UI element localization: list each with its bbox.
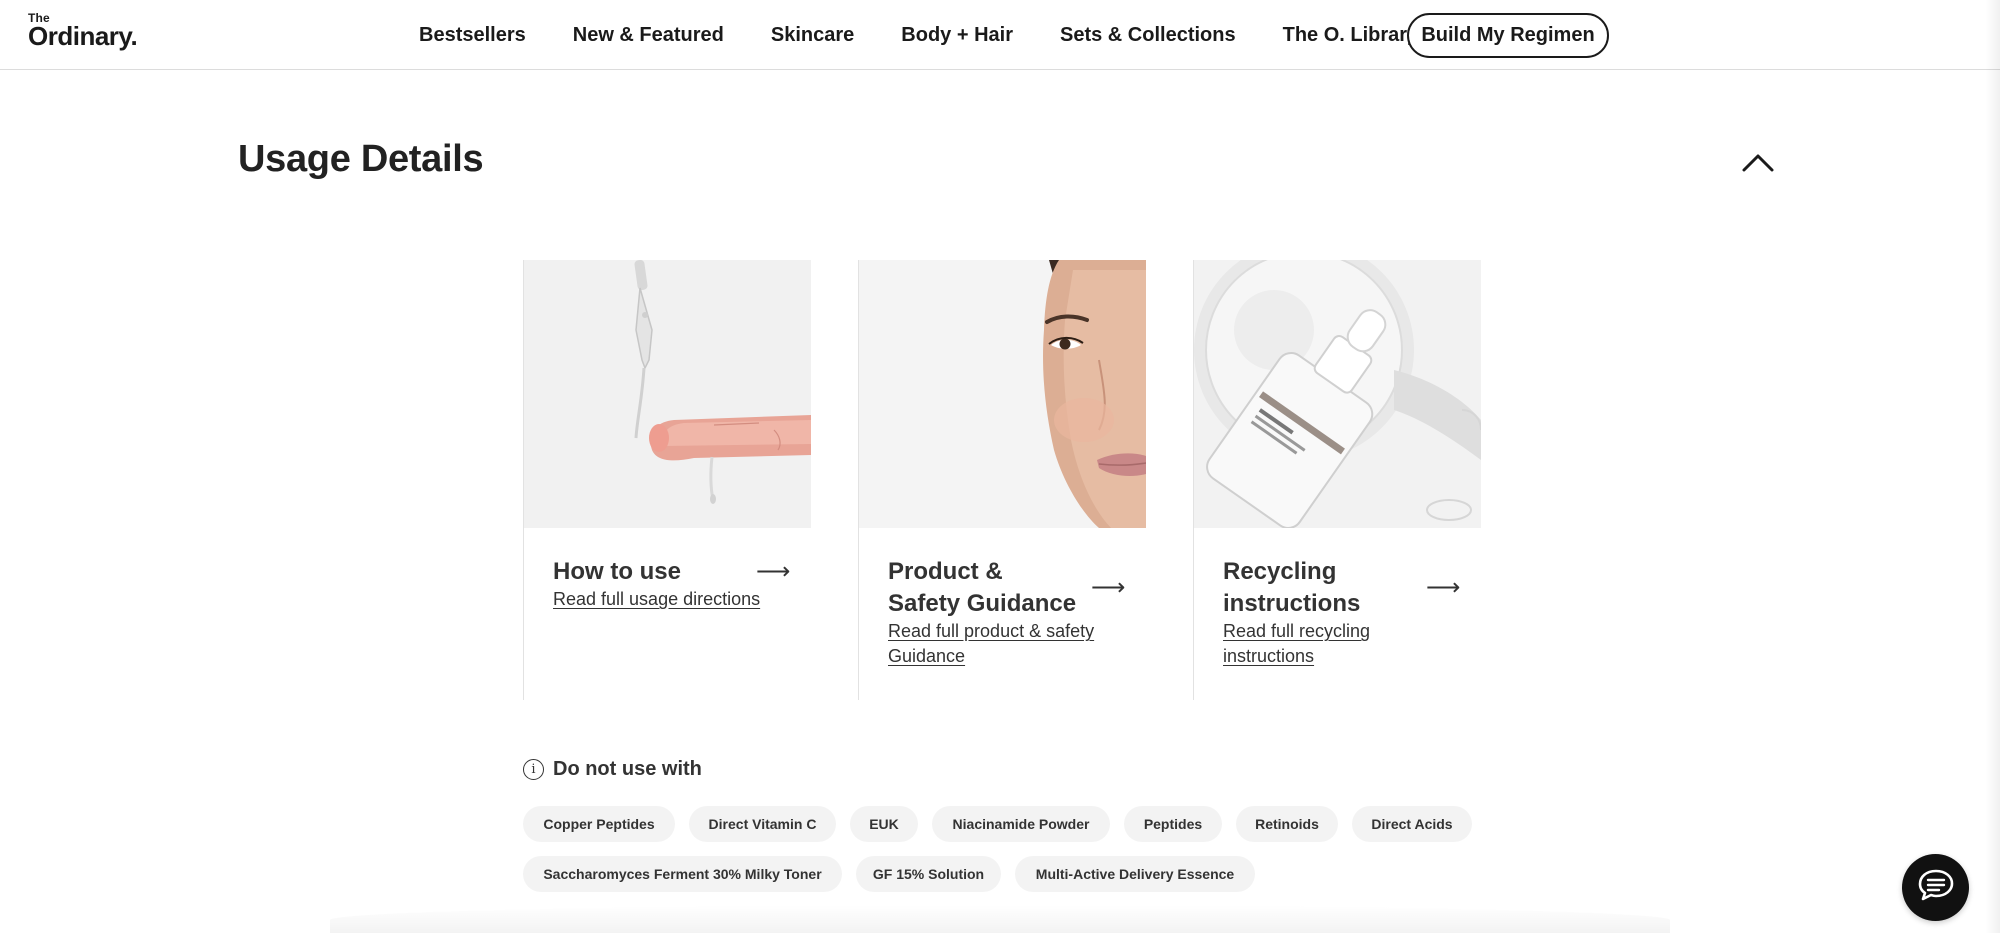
arrow-right-icon[interactable]: ⟶ xyxy=(1091,576,1125,600)
nav-library[interactable]: The O. Library xyxy=(1283,24,1419,47)
woman-face-image xyxy=(859,260,1146,528)
usage-card-product-safety[interactable]: Product & Safety Guidance ⟶ Read full pr… xyxy=(858,260,1146,700)
logo-wordmark: Ordinary. xyxy=(28,21,138,51)
usage-details-title: Usage Details xyxy=(238,138,484,180)
chip-gf-solution[interactable]: GF 15% Solution xyxy=(856,856,1001,892)
do-not-use-heading: i Do not use with xyxy=(523,758,702,781)
chip-euk[interactable]: EUK xyxy=(850,806,918,842)
card-title: How to use xyxy=(553,558,682,585)
scroll-edge-shade xyxy=(1985,0,2000,933)
chevron-up-icon[interactable] xyxy=(1740,148,1776,176)
chat-button[interactable] xyxy=(1902,854,1969,921)
arrow-right-icon[interactable]: ⟶ xyxy=(756,560,790,584)
chip-direct-acids[interactable]: Direct Acids xyxy=(1352,806,1472,842)
dropper-bottle-image xyxy=(1194,260,1481,528)
card-title: Recycling instructions xyxy=(1223,558,1361,617)
nav-bestsellers[interactable]: Bestsellers xyxy=(419,24,526,47)
card-link[interactable]: Read full recycling instructions xyxy=(1223,619,1448,669)
build-regimen-button[interactable]: Build My Regimen xyxy=(1407,13,1609,58)
chip-direct-vitamin-c[interactable]: Direct Vitamin C xyxy=(689,806,836,842)
chip-multi-active-essence[interactable]: Multi-Active Delivery Essence xyxy=(1015,856,1255,892)
chip-niacinamide-powder[interactable]: Niacinamide Powder xyxy=(932,806,1110,842)
brand-logo[interactable]: The Ordinary. xyxy=(28,12,138,51)
card-link[interactable]: Read full product & safety Guidance xyxy=(888,619,1113,669)
main-nav: Bestsellers New & Featured Skincare Body… xyxy=(400,0,1465,70)
chip-retinoids[interactable]: Retinoids xyxy=(1236,806,1338,842)
do-not-use-label: Do not use with xyxy=(553,758,702,780)
chip-copper-peptides[interactable]: Copper Peptides xyxy=(523,806,675,842)
dropper-serum-image xyxy=(524,260,811,528)
nav-skincare[interactable]: Skincare xyxy=(771,24,854,47)
bottom-fade xyxy=(330,905,1670,933)
nav-body-hair[interactable]: Body + Hair xyxy=(901,24,1013,47)
usage-card-how-to-use[interactable]: How to use ⟶ Read full usage directions xyxy=(523,260,811,700)
site-header: The Ordinary. Bestsellers New & Featured… xyxy=(0,0,2000,70)
card-title: Product & Safety Guidance xyxy=(888,558,1077,617)
chat-bubble-icon xyxy=(1917,868,1955,907)
usage-card-recycling[interactable]: Recycling instructions ⟶ Read full recyc… xyxy=(1193,260,1481,700)
info-icon: i xyxy=(523,759,544,780)
nav-sets-collections[interactable]: Sets & Collections xyxy=(1060,24,1236,47)
chip-peptides[interactable]: Peptides xyxy=(1124,806,1222,842)
arrow-right-icon[interactable]: ⟶ xyxy=(1426,576,1460,600)
nav-new-featured[interactable]: New & Featured xyxy=(573,24,724,47)
chip-saccharomyces-toner[interactable]: Saccharomyces Ferment 30% Milky Toner xyxy=(523,856,842,892)
card-link[interactable]: Read full usage directions xyxy=(553,587,778,612)
